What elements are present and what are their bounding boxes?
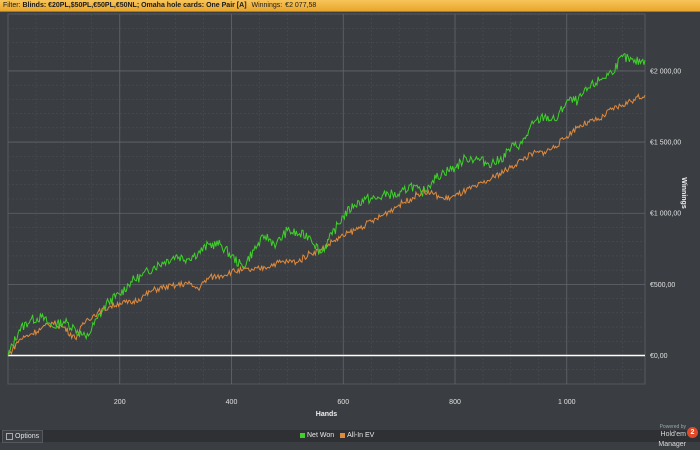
x-axis-label: Hands	[316, 411, 338, 418]
legend-label: Net Won	[307, 432, 335, 439]
legend-label: All-In EV	[347, 432, 375, 439]
winnings-graph[interactable]: €0,00 €500,00 €1 000,00 €1 500,00 €2 000,00 2…	[0, 12, 700, 432]
winnings-label: Winnings:	[251, 2, 283, 9]
y-tick-label: €0,00	[650, 353, 668, 360]
chart-legend: Net Won All-In EV	[300, 431, 380, 441]
options-button[interactable]: Options	[2, 430, 44, 443]
brand-name: Hold'em Manager	[658, 431, 686, 448]
y-tick-label: €500,00	[650, 282, 675, 289]
x-tick-label: 1 000	[558, 399, 576, 406]
options-icon	[6, 432, 13, 440]
filter-text: Blinds: €20PL,$50PL,€50PL,€50NL; Omaha h…	[22, 2, 247, 9]
y-axis-label: Winnings	[680, 177, 687, 209]
legend-swatch	[300, 432, 305, 438]
x-tick-label: 800	[449, 399, 461, 406]
filter-bar: Filter: Blinds: €20PL,$50PL,€50PL,€50NL;…	[0, 0, 700, 12]
y-tick-label: €1 000,00	[650, 211, 681, 218]
y-tick-label: €1 500,00	[650, 140, 681, 147]
brand-badge: Powered by Hold'em Manager 2	[636, 424, 698, 448]
winnings-value: €2 077,58	[285, 2, 317, 9]
legend-swatch	[340, 432, 346, 438]
x-tick-label: 400	[226, 399, 238, 406]
legend-item: All-In EV	[340, 431, 374, 441]
x-tick-label: 600	[337, 399, 349, 406]
legend-item: Net Won	[300, 431, 334, 441]
options-label: Options	[15, 433, 40, 440]
y-tick-label: €2 000,00	[650, 68, 681, 75]
brand-logo-icon: 2	[687, 427, 698, 438]
filter-label: Filter:	[3, 2, 21, 9]
x-tick-label: 200	[114, 399, 126, 406]
